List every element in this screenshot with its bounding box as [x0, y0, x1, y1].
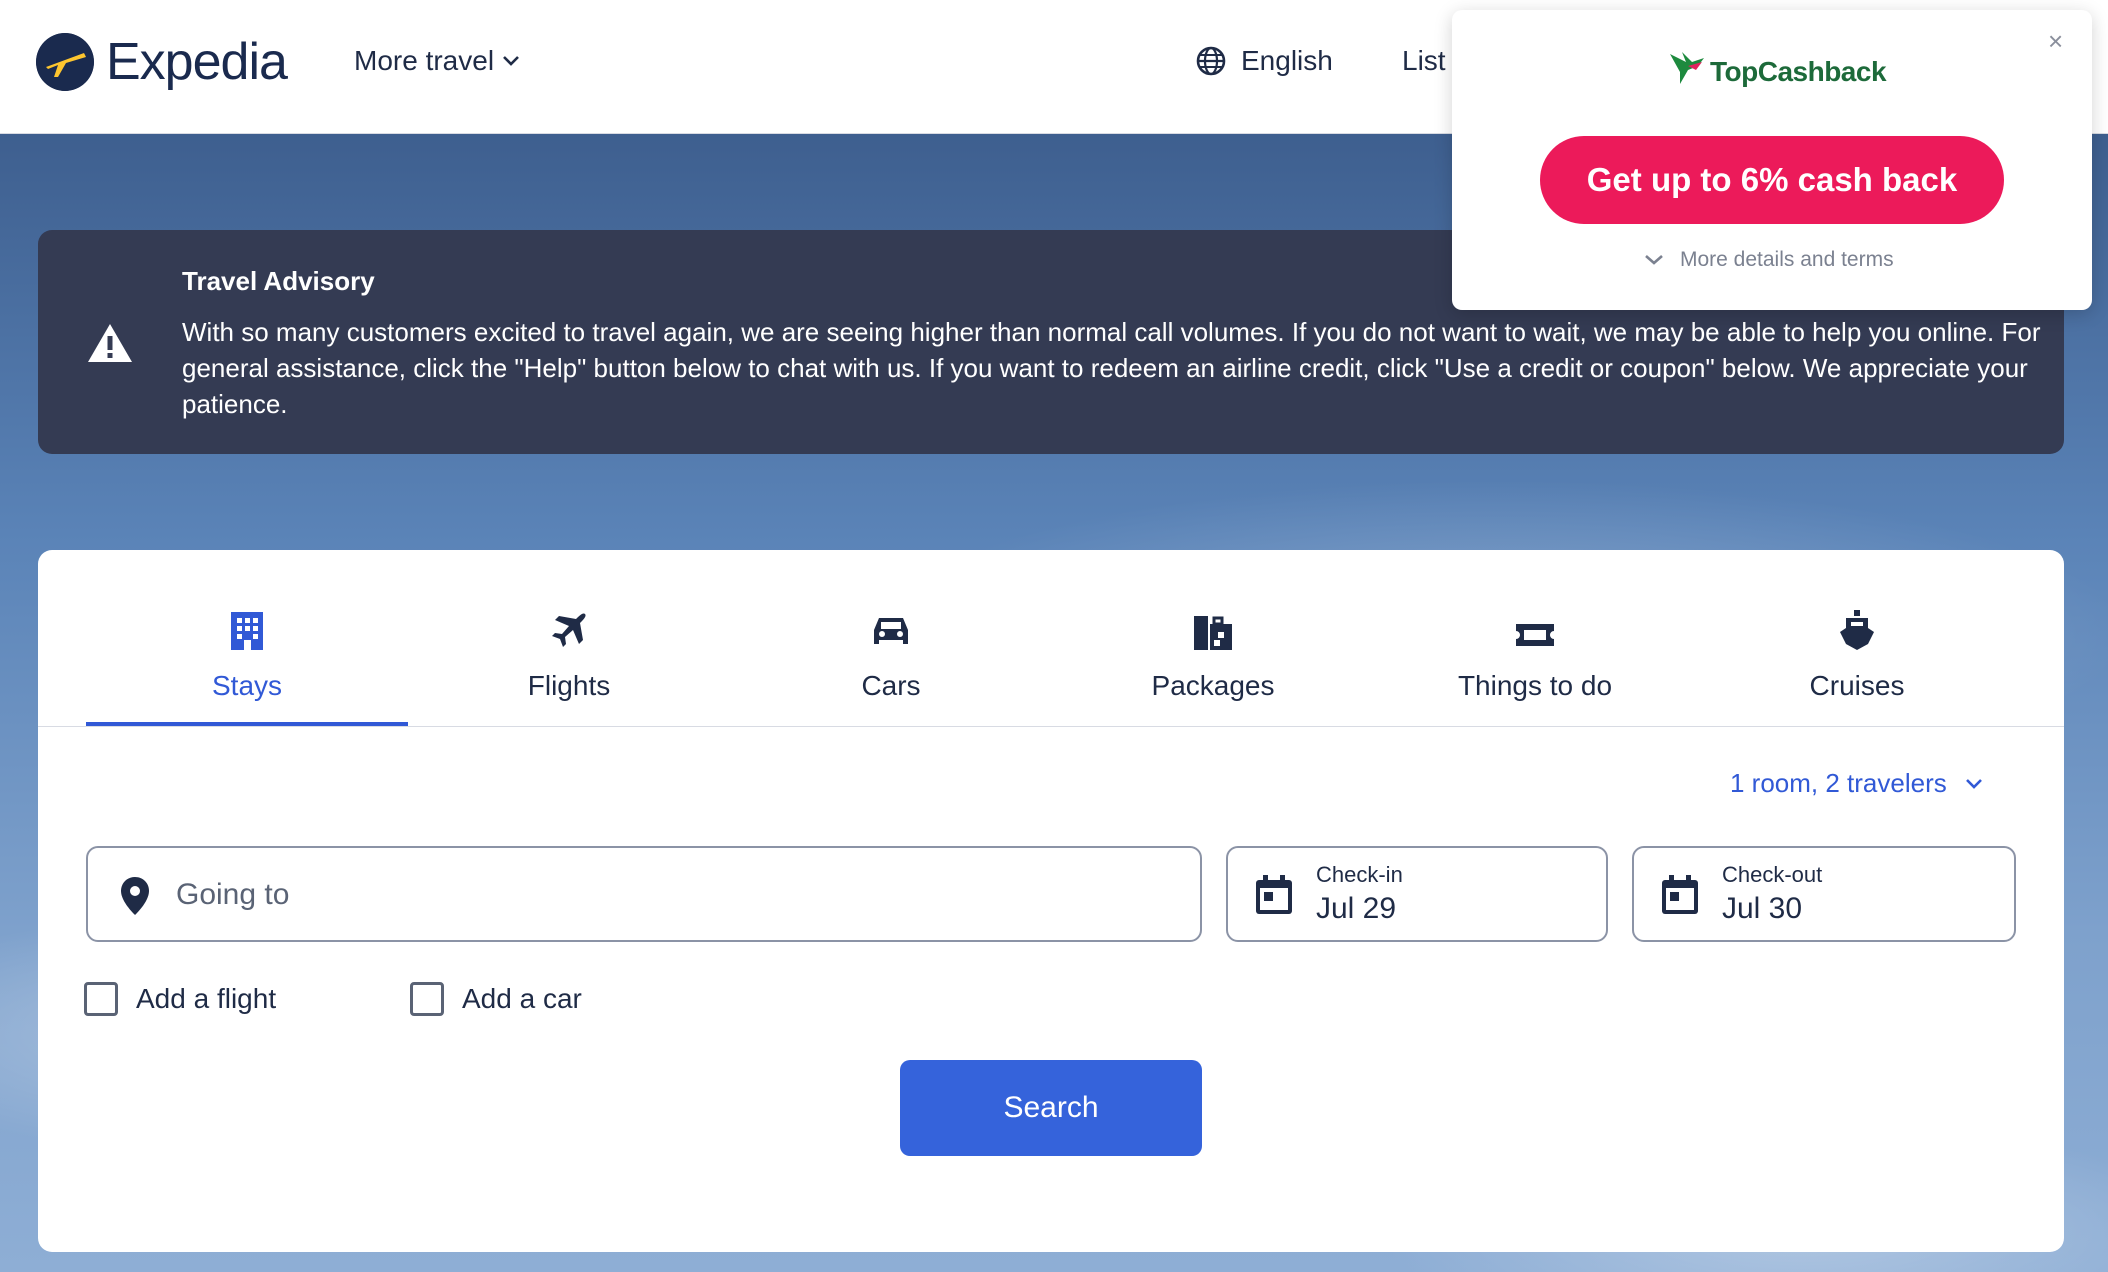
tab-label: Cars [861, 670, 921, 701]
plane-icon [549, 590, 589, 650]
check-in-label: Check-in [1316, 862, 1403, 887]
building-icon [229, 590, 265, 650]
chevron-down-icon [1965, 778, 1982, 789]
warning-icon [86, 322, 134, 369]
tab-label: Things to do [1457, 670, 1613, 701]
checkbox-box[interactable] [84, 982, 118, 1016]
chevron-down-icon [503, 56, 519, 66]
cashback-cta-button[interactable]: Get up to 6% cash back [1540, 136, 2004, 224]
calendar-icon [1660, 874, 1700, 921]
logo-text: Expedia [106, 33, 288, 91]
language-label: English [1241, 45, 1333, 76]
check-in-value: Jul 29 [1316, 892, 1397, 925]
check-out-value: Jul 30 [1722, 892, 1803, 925]
more-travel-label: More travel [354, 45, 495, 76]
tab-flights[interactable]: Flights [408, 590, 730, 726]
travelers-label: 1 room, 2 travelers [1730, 768, 1947, 798]
checkbox-box[interactable] [410, 982, 444, 1016]
list-property-link[interactable]: List [1402, 45, 1446, 77]
check-out-label: Check-out [1722, 862, 1823, 887]
location-pin-icon [120, 876, 150, 921]
add-car-label: Add a car [462, 983, 582, 1014]
tabs-divider [38, 726, 2064, 727]
tab-cruises[interactable]: Cruises [1696, 590, 2018, 726]
close-icon[interactable]: × [2048, 26, 2063, 57]
ticket-icon [1514, 590, 1556, 650]
chevron-down-icon [1645, 255, 1663, 265]
going-to-input[interactable] [176, 872, 1156, 918]
calendar-icon [1254, 874, 1294, 921]
search-button[interactable]: Search [900, 1060, 1202, 1156]
tab-stays[interactable]: Stays [86, 590, 408, 726]
tab-things-to-do[interactable]: Things to do [1374, 590, 1696, 726]
search-tabs: Stays Flights Cars Packages Things to do… [86, 590, 2020, 726]
tab-label: Cruises [1809, 670, 1905, 701]
expedia-logo[interactable]: Expedia [36, 32, 288, 92]
more-details-toggle[interactable]: More details and terms [1644, 248, 1894, 272]
hummingbird-icon [1670, 52, 1704, 84]
going-to-field[interactable] [86, 846, 1202, 942]
globe-icon [1196, 46, 1226, 76]
advisory-body: With so many customers excited to travel… [182, 317, 2041, 419]
tab-cars[interactable]: Cars [730, 590, 1052, 726]
ship-icon [1838, 590, 1876, 650]
tab-label: Packages [1151, 670, 1275, 701]
expedia-logo-icon [36, 33, 94, 91]
check-out-field[interactable]: Check-out Jul 30 [1632, 846, 2016, 942]
tab-label: Stays [211, 670, 283, 701]
more-details-label: More details and terms [1680, 248, 1894, 271]
travelers-selector[interactable]: 1 room, 2 travelers [1730, 768, 1983, 799]
more-travel-menu[interactable]: More travel [354, 45, 520, 77]
tab-label: Flights [527, 670, 611, 701]
packages-icon [1192, 590, 1234, 650]
topcashback-logo: TopCashback [1668, 48, 1887, 88]
advisory-title: Travel Advisory [182, 266, 375, 296]
add-car-checkbox[interactable]: Add a car [410, 982, 582, 1016]
add-flight-label: Add a flight [136, 983, 277, 1014]
language-selector[interactable]: English [1195, 45, 1333, 77]
car-icon [871, 590, 911, 650]
topcashback-brand: TopCashback [1710, 56, 1887, 87]
check-in-field[interactable]: Check-in Jul 29 [1226, 846, 1608, 942]
add-flight-checkbox[interactable]: Add a flight [84, 982, 276, 1016]
tab-packages[interactable]: Packages [1052, 590, 1374, 726]
